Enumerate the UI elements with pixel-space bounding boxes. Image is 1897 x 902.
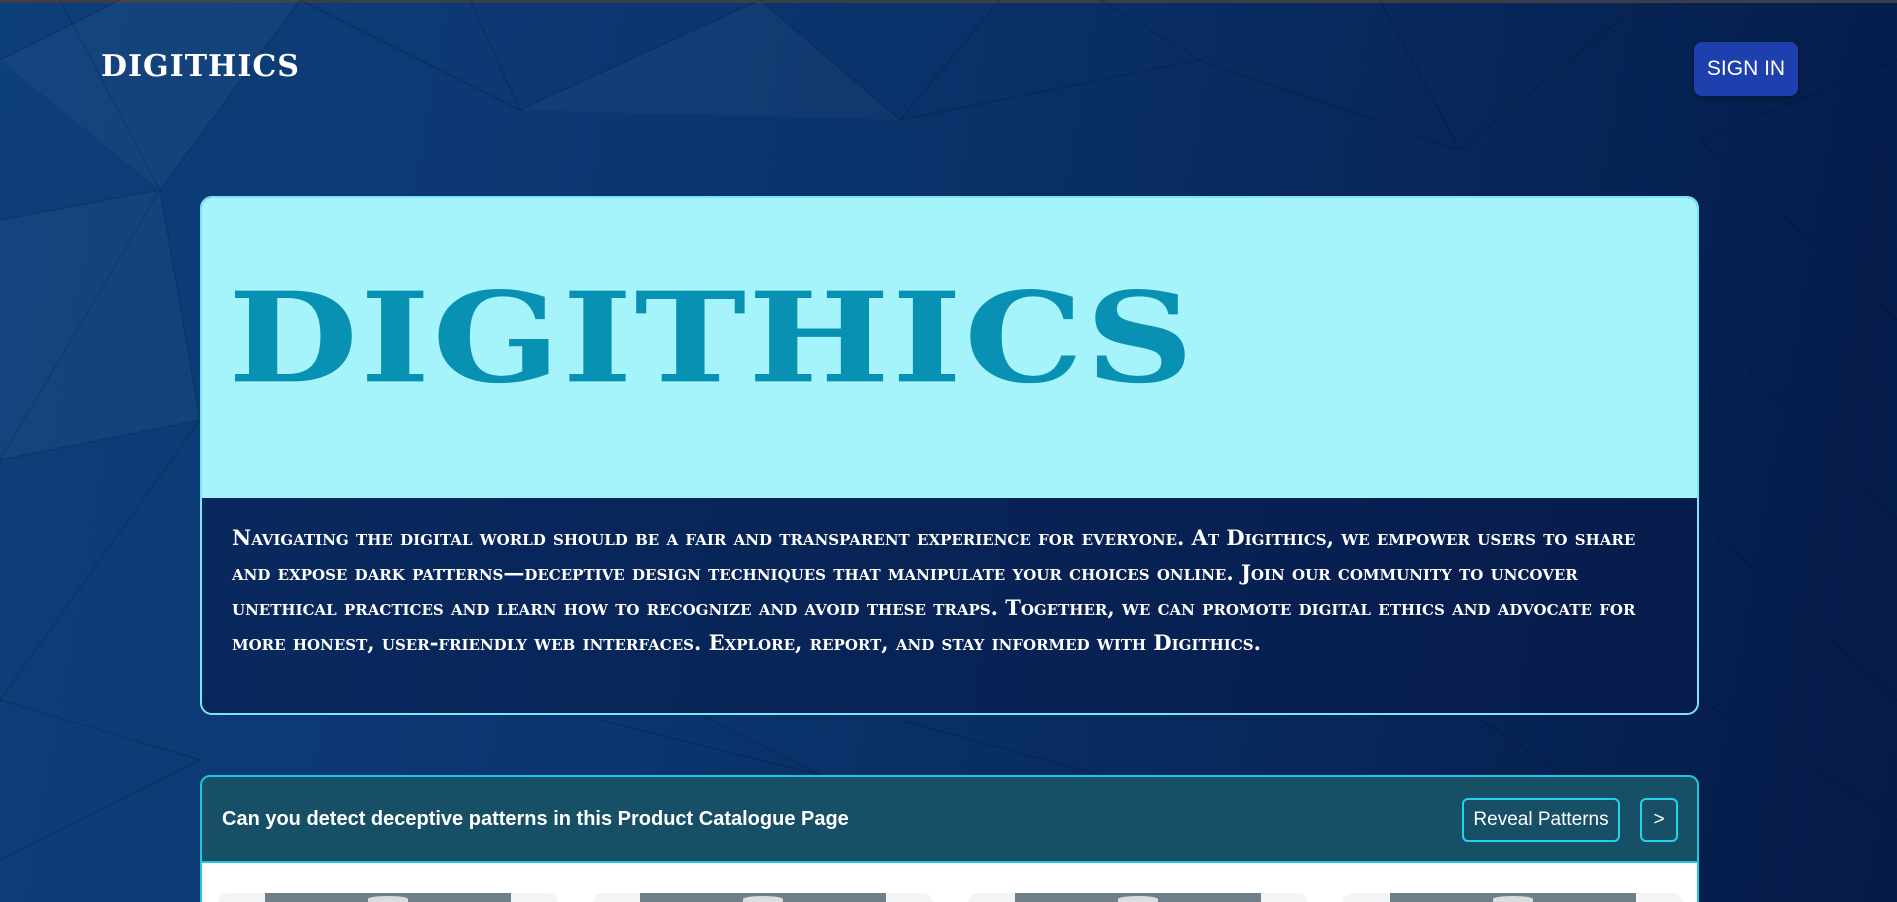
product-image [1390, 893, 1636, 902]
product-image [1015, 893, 1261, 902]
brand-logo-text[interactable]: DIGITHICS [101, 49, 300, 84]
product-image [640, 893, 886, 902]
sign-in-button[interactable]: SIGN IN [1694, 42, 1798, 96]
hero-description: Navigating the digital world should be a… [232, 525, 1636, 655]
hero-description-panel: Navigating the digital world should be a… [202, 498, 1697, 713]
top-navbar: DIGITHICS SIGN IN [0, 3, 1897, 115]
product-image [265, 893, 511, 902]
hero-title: DIGITHICS [228, 265, 1196, 412]
next-demo-button[interactable]: > [1640, 798, 1678, 842]
hero-card: DIGITHICS Navigating the digital world s… [200, 196, 1699, 715]
product-card[interactable] [968, 893, 1308, 902]
product-card[interactable] [593, 893, 933, 902]
product-card[interactable] [1343, 893, 1683, 902]
hero-banner: DIGITHICS [202, 198, 1697, 498]
pattern-demo-header: Can you detect deceptive patterns in thi… [200, 775, 1699, 863]
demo-question: Can you detect deceptive patterns in thi… [222, 808, 849, 830]
product-card[interactable] [218, 893, 558, 902]
product-catalogue-preview [200, 863, 1699, 902]
reveal-patterns-button[interactable]: Reveal Patterns [1462, 798, 1620, 842]
